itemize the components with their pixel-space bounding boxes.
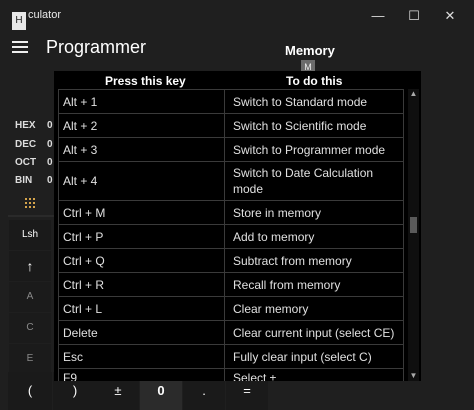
shortcut-key: Ctrl + Q (63, 254, 105, 268)
shortcut-key: Ctrl + M (63, 206, 106, 220)
minimize-button[interactable]: — (368, 6, 388, 26)
shortcut-key: F9 (63, 371, 78, 381)
shortcut-row: Ctrl + Q Subtract from memory (58, 248, 404, 273)
shortcut-row: F9 Select ± (58, 368, 404, 381)
memory-tab[interactable]: Memory (285, 43, 335, 58)
shortcut-row: Alt + 4 Switch to Date Calculation mode (58, 161, 404, 201)
shortcut-row: Alt + 2 Switch to Scientific mode (58, 113, 404, 138)
shortcut-action: Select ± (233, 371, 277, 381)
app-icon: H (12, 12, 26, 30)
title-bar: H culator — ☐ ✕ (0, 0, 474, 32)
shortcut-action: Recall from memory (233, 278, 341, 292)
shortcut-key: Alt + 1 (63, 95, 98, 109)
shortcut-action: Clear memory (233, 302, 309, 316)
shortcut-row: Ctrl + M Store in memory (58, 200, 404, 225)
radix-oct-label[interactable]: OCT (15, 157, 36, 168)
shortcut-row: Alt + 3 Switch to Programmer mode (58, 137, 404, 162)
shortcut-key: Delete (63, 326, 98, 340)
shortcut-row: Ctrl + L Clear memory (58, 296, 404, 321)
shortcut-action: Switch to Scientific mode (233, 119, 367, 133)
radix-dec-label[interactable]: DEC (15, 139, 36, 150)
shortcut-key: Ctrl + L (63, 302, 103, 316)
shortcuts-header: Press this key To do this (54, 71, 406, 89)
window-title: culator (28, 9, 62, 21)
overlay-scrollbar[interactable]: ▲ ▼ (408, 89, 419, 381)
radix-bin-label[interactable]: BIN (15, 175, 32, 186)
shortcut-row: Esc Fully clear input (select C) (58, 344, 404, 369)
shortcut-action: Switch to Standard mode (233, 95, 368, 109)
shortcut-action: Fully clear input (select C) (233, 350, 372, 364)
shortcut-key: Esc (63, 350, 84, 364)
col-key-header: Press this key (105, 74, 186, 88)
radix-hex-value: 0 (47, 120, 53, 131)
shortcut-key: Ctrl + R (63, 278, 105, 292)
scroll-down-arrow-icon[interactable]: ▼ (408, 371, 419, 381)
scroll-up-arrow-icon[interactable]: ▲ (408, 89, 419, 99)
radix-bin-value: 0 (47, 175, 53, 186)
shortcut-row: Ctrl + R Recall from memory (58, 272, 404, 297)
hex-e-button[interactable]: E (9, 344, 51, 374)
lsh-button[interactable]: Lsh (9, 220, 51, 250)
shortcut-row: Ctrl + P Add to memory (58, 224, 404, 249)
close-button[interactable]: ✕ (440, 6, 460, 26)
scroll-thumb[interactable] (410, 217, 417, 233)
radix-dec-value: 0 (47, 139, 53, 150)
open-paren-button[interactable]: ( (8, 372, 52, 410)
shortcut-key: Alt + 4 (63, 174, 98, 188)
shortcut-key: Ctrl + P (63, 230, 104, 244)
shortcut-key: Alt + 3 (63, 143, 98, 157)
keyboard-shortcuts-overlay: Press this key To do this Alt + 1 Switch… (54, 71, 421, 381)
dots-grid-icon[interactable] (25, 198, 37, 208)
shortcut-row: Delete Clear current input (select CE) (58, 320, 404, 345)
shortcut-action: Store in memory (233, 206, 322, 220)
shortcut-action: Subtract from memory (233, 254, 352, 268)
shift-up-button[interactable]: ↑ (9, 251, 51, 281)
radix-hex-label[interactable]: HEX (15, 120, 36, 131)
hex-c-button[interactable]: C (9, 313, 51, 343)
hex-a-button[interactable]: A (9, 282, 51, 312)
maximize-button[interactable]: ☐ (404, 6, 424, 26)
col-action-header: To do this (286, 74, 343, 88)
shortcut-action: Add to memory (233, 230, 315, 244)
shortcut-action: Switch to Programmer mode (233, 143, 386, 157)
shortcut-key: Alt + 2 (63, 119, 98, 133)
hamburger-icon[interactable] (12, 41, 28, 53)
shortcut-action: Switch to Date Calculation mode (233, 166, 374, 196)
mode-title: Programmer (46, 37, 147, 57)
shortcut-row: Alt + 1 Switch to Standard mode (58, 89, 404, 114)
shortcut-action: Clear current input (select CE) (233, 326, 395, 340)
radix-oct-value: 0 (47, 157, 53, 168)
divider (8, 215, 56, 217)
